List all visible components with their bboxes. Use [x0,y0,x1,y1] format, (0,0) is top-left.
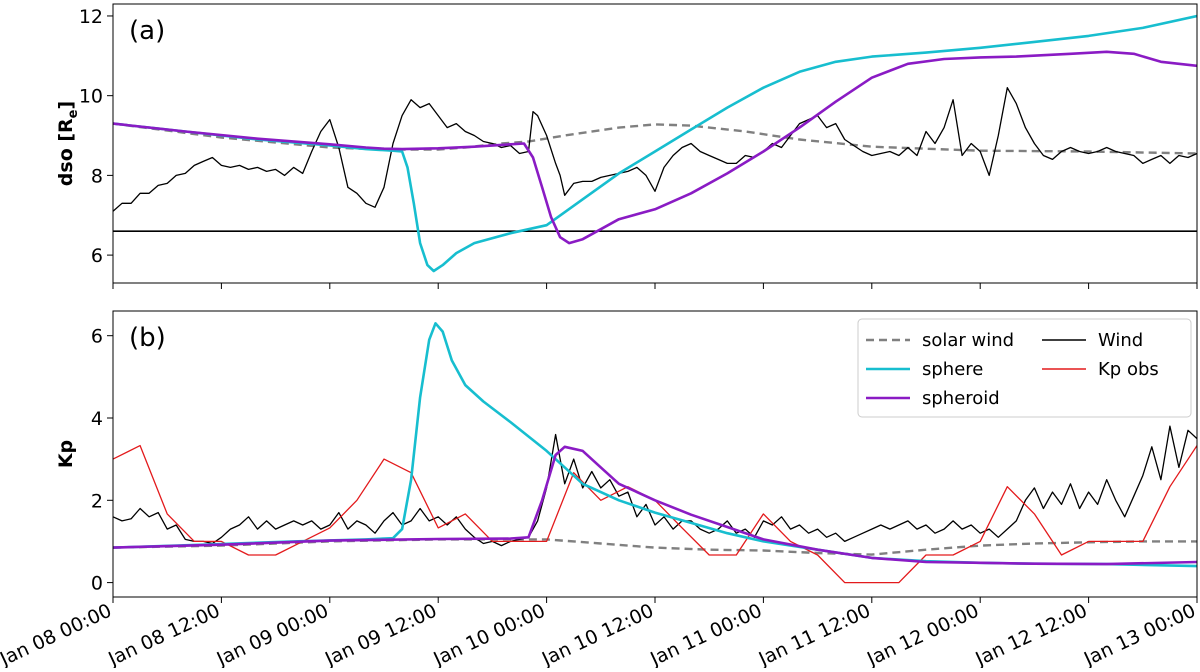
legend-label-solar-wind: solar wind [922,330,1014,351]
panel-a-series-solar-wind [113,122,1197,155]
panel-b-x-tick-label: Jan 09 12:00 [321,600,440,668]
panel-b-y-tick-label: 0 [91,573,103,595]
panel-b-series-wind [113,425,1197,547]
panel-a-y-label-end: ] [55,101,77,110]
panel-a-series-group [113,14,1197,273]
chart-figure: 6 8 10 12 (a) dso [Re] 0246 Jan 08 00:00 Jan… [0,0,1200,671]
legend-label-wind: Wind [1098,330,1143,351]
panel-a-y-label-sub: e [66,109,81,118]
panel-b-y-tick-label: 6 [91,326,103,348]
panel-b-y-ticks: 0 2 4 6 [91,326,113,595]
panel-a: 6 8 10 12 (a) dso [Re] [55,3,1198,289]
panel-a-y-tick-label: 6 [91,245,103,267]
panel-b: 0 2 4 6 Jan 08 00:00Jan 08 12:00Jan 09 00:0… [0,310,1199,671]
panel-a-label: (a) [129,16,165,46]
panel-b-x-tick-label: Jan 12 00:00 [863,600,982,668]
panel-a-y-ticks: 6 8 10 12 [79,6,113,267]
panel-b-y-axis-label: Kp [55,440,77,468]
panel-a-y-tick-label: 8 [91,165,103,187]
legend-label-sphere: sphere [922,359,983,380]
panel-a-series-wind [113,87,1197,212]
panel-a-y-axis-label: dso [Re] [55,101,81,186]
panel-b-series-spheroid [113,445,1197,566]
panel-b-x-tick-label: Jan 10 12:00 [538,600,657,668]
panel-b-x-tick-label: Jan 08 12:00 [104,600,223,668]
panel-b-x-tick-label: Jan 10 00:00 [429,600,548,668]
panel-b-y-tick-label: 4 [91,408,103,430]
panel-b-x-tick-label: Jan 13 00:00 [1080,600,1199,668]
chart-svg: 681012 (a) dso [Re] 0246 Jan 08 00:00Jan… [0,3,1199,671]
panel-a-x-ticks [112,283,1198,289]
panel-a-y-tick-label: 12 [79,6,103,28]
panel-b-x-tick-label: Jan 11 12:00 [755,600,874,668]
legend-label-kp-obs: Kp obs [1098,359,1159,380]
panel-a-series-spheroid [113,50,1197,245]
panel-b-x-tick-label: Jan 11 00:00 [646,600,765,668]
legend-label-spheroid: spheroid [922,388,1000,409]
panel-b-x-tick-label: Jan 09 00:00 [213,600,332,668]
panel-b-y-tick-label: 2 [91,490,103,512]
panel-b-x-tick-label: Jan 08 00:00 [0,600,115,668]
panel-b-label: (b) [129,323,166,353]
panel-b-x-ticks: Jan 08 00:00Jan 08 12:00Jan 09 00:00Jan … [0,597,1199,671]
panel-a-y-tick-label: 10 [79,86,103,108]
panel-b-legend: solar wind sphere spheroid Wind Kp obs [857,318,1192,418]
panel-a-y-label-main: dso [R [55,118,77,186]
panel-b-x-tick-label: Jan 12 12:00 [971,600,1090,668]
